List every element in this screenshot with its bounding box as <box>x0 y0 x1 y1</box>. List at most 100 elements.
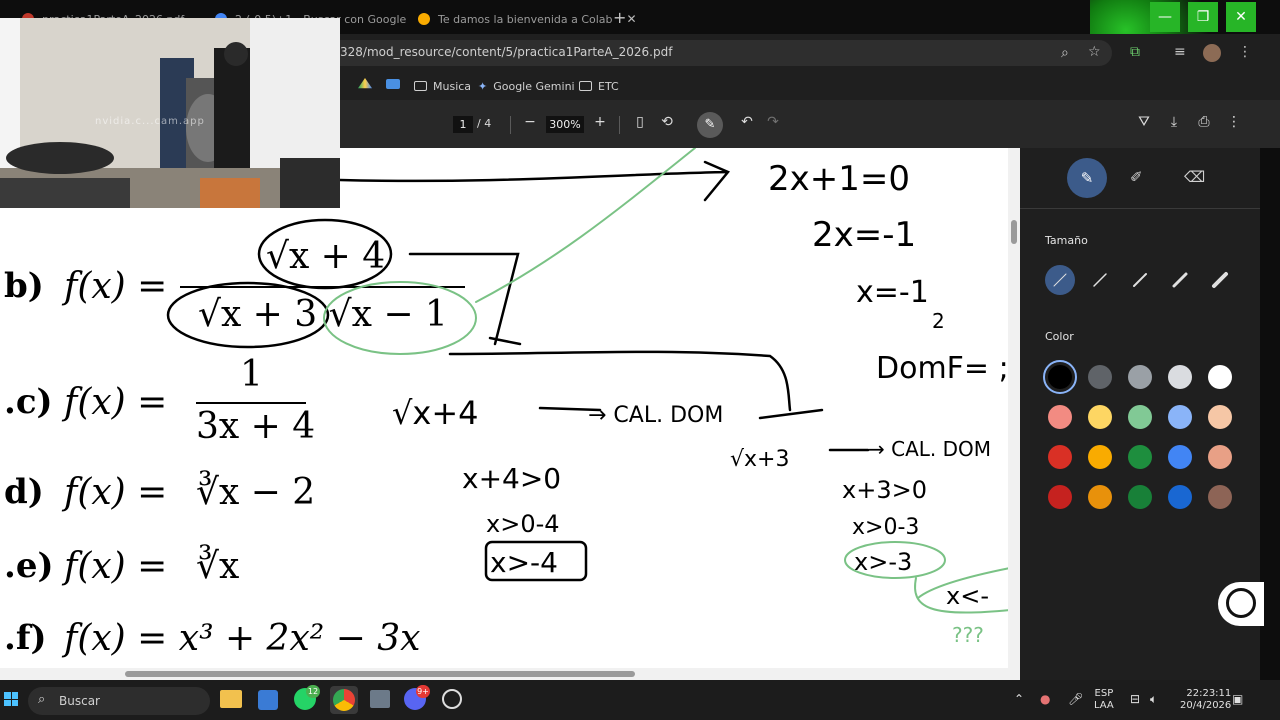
bookmark-star-icon[interactable]: ☆ <box>1088 44 1101 60</box>
color-swatch[interactable] <box>1208 365 1232 389</box>
color-swatch[interactable] <box>1168 445 1192 469</box>
discord-badge: 9+ <box>416 685 430 698</box>
network-icon[interactable]: ⊟ <box>1130 692 1140 706</box>
media-controls-icon[interactable]: ≡ <box>1174 44 1186 60</box>
color-swatch[interactable] <box>1208 485 1232 509</box>
bookmark-musica[interactable]: Musica <box>414 76 471 96</box>
handwritten-text: x>-4 <box>490 546 558 579</box>
notification-icon[interactable]: ▣ <box>1232 692 1243 706</box>
color-swatch[interactable] <box>1168 485 1192 509</box>
rotate-icon[interactable]: ⟲ <box>657 114 677 130</box>
handwritten-text: x>-3 <box>854 548 912 576</box>
fit-page-icon[interactable]: ▯ <box>630 114 650 130</box>
tray-app-icon[interactable]: ● <box>1040 692 1050 706</box>
clock-time: 22:23:11 <box>1186 688 1232 699</box>
zoom-icon[interactable]: ⌕ <box>1061 45 1069 61</box>
zoom-in-button[interactable]: + <box>590 114 610 130</box>
scrollbar-thumb[interactable] <box>1011 220 1017 244</box>
browser-menu-icon[interactable]: ⋮ <box>1238 44 1252 60</box>
color-swatch[interactable] <box>1048 365 1072 389</box>
webcam-watermark: nvidia.c...cam.app <box>95 116 205 127</box>
save-drive-icon[interactable]: ⛛ <box>1134 114 1154 130</box>
pen-icon[interactable]: ✎ <box>1067 158 1107 198</box>
store-icon[interactable] <box>258 690 278 710</box>
extensions-icon[interactable]: ⧉ <box>1130 44 1140 60</box>
color-palette <box>1048 365 1238 515</box>
toolbar-divider <box>510 116 511 134</box>
microphone-icon[interactable]: 🎤︎ <box>1068 692 1083 706</box>
color-swatch[interactable] <box>1128 485 1152 509</box>
app-icon[interactable] <box>370 690 390 708</box>
minimize-button[interactable]: — <box>1150 2 1180 32</box>
handwritten-text: ??? <box>952 623 984 647</box>
restore-button[interactable]: ❐ <box>1188 2 1218 32</box>
bookmark-label: ETC <box>598 79 619 93</box>
undo-icon[interactable]: ↶ <box>737 114 757 130</box>
horizontal-scrollbar[interactable] <box>0 668 1008 680</box>
handwritten-text: DomF= ; <box>876 351 1009 386</box>
bookmark-etc[interactable]: ETC <box>579 76 619 96</box>
pdf-more-icon[interactable]: ⋮ <box>1224 114 1244 130</box>
download-icon[interactable]: ⤓ <box>1164 114 1184 130</box>
handwritten-text: 2 <box>932 309 945 333</box>
color-swatch[interactable] <box>1208 445 1232 469</box>
color-swatch[interactable] <box>1208 405 1232 429</box>
color-swatch[interactable] <box>1048 405 1072 429</box>
bookmark-icon[interactable] <box>386 79 400 89</box>
zoom-input[interactable]: 300% <box>546 116 584 133</box>
circle-stroke <box>257 218 393 290</box>
scrollbar-thumb[interactable] <box>125 671 635 677</box>
webcam-image <box>0 18 340 208</box>
color-swatch[interactable] <box>1048 445 1072 469</box>
tab-colab[interactable]: Te damos la bienvenida a Colab ✕ <box>408 6 647 32</box>
chrome-icon[interactable] <box>333 689 355 711</box>
handwritten-text: x+3>0 <box>842 476 927 504</box>
handwritten-text: → CAL. DOM <box>588 403 723 428</box>
bookmark-gemini[interactable]: ✦ Google Gemini <box>478 76 575 96</box>
clock[interactable]: 22:23:11 20/4/2026 <box>1180 688 1231 712</box>
page-number-input[interactable]: 1 <box>453 116 473 133</box>
profile-avatar[interactable] <box>1203 44 1221 62</box>
color-swatch[interactable] <box>1128 365 1152 389</box>
file-explorer-icon[interactable] <box>220 690 242 708</box>
size-options[interactable] <box>1045 265 1235 295</box>
color-swatch[interactable] <box>1128 405 1152 429</box>
windows-start-icon[interactable] <box>4 692 18 706</box>
handwritten-text: x>0-4 <box>486 510 560 538</box>
color-swatch[interactable] <box>1128 445 1152 469</box>
handwritten-text: x>0-3 <box>852 515 919 540</box>
bookmark-label: Musica <box>433 79 472 93</box>
handwritten-text: → CAL. DOM <box>868 437 991 461</box>
highlighter-icon[interactable]: ✐ <box>1130 168 1143 186</box>
chatgpt-icon[interactable] <box>1226 588 1256 618</box>
new-tab-button[interactable]: + <box>613 8 626 27</box>
eraser-icon[interactable]: ⌫ <box>1184 168 1205 186</box>
color-swatch[interactable] <box>1168 405 1192 429</box>
language-indicator[interactable]: ESP LAA <box>1094 688 1114 712</box>
tray-overflow-icon[interactable]: ⌃ <box>1014 692 1024 706</box>
color-swatch[interactable] <box>1168 365 1192 389</box>
close-window-button[interactable]: ✕ <box>1226 2 1256 32</box>
color-swatch[interactable] <box>1088 365 1112 389</box>
toolbar-divider <box>619 116 620 134</box>
handwritten-text: x+4>0 <box>462 462 561 495</box>
color-swatch[interactable] <box>1048 485 1072 509</box>
color-swatch[interactable] <box>1088 485 1112 509</box>
redo-icon[interactable]: ↷ <box>763 114 783 130</box>
taskbar-search[interactable] <box>28 687 210 715</box>
zoom-out-button[interactable]: − <box>520 114 540 130</box>
colab-favicon-icon <box>418 13 430 25</box>
whatsapp-badge: 12 <box>306 685 320 698</box>
green-line-stroke <box>475 148 696 303</box>
color-swatch[interactable] <box>1088 445 1112 469</box>
handwritten-text: x=-1 <box>856 275 929 310</box>
pdf-page[interactable]: b) f(x) = √x + 4 √x + 3 √x − 1 .c) f(x) … <box>0 148 1020 680</box>
vertical-scrollbar[interactable] <box>1008 148 1020 680</box>
volume-icon[interactable]: 🔈︎ <box>1150 692 1157 707</box>
steam-icon[interactable] <box>442 689 462 709</box>
color-swatch[interactable] <box>1088 405 1112 429</box>
annotate-pen-button[interactable]: ✎ <box>697 112 723 138</box>
print-icon[interactable]: ⎙ <box>1194 114 1214 130</box>
close-tab-icon[interactable]: ✕ <box>627 12 637 26</box>
size-title: Tamaño <box>1045 234 1088 247</box>
